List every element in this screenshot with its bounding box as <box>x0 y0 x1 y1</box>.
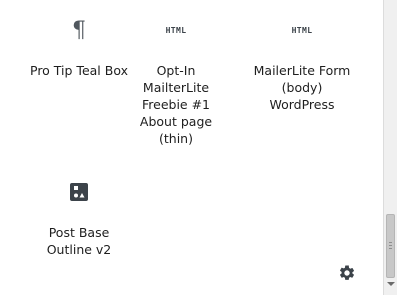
html-icon: HTML <box>291 25 313 35</box>
block-item-mailerlite-form-body[interactable]: HTML MailerLite Form (body) WordPress <box>246 12 358 113</box>
gear-icon[interactable] <box>336 262 358 284</box>
scrollbar-thumb[interactable] <box>386 214 395 278</box>
block-label: Opt-In MailterLite Freebie #1 About page… <box>139 63 213 146</box>
pilcrow-icon: ¶ <box>72 17 86 43</box>
reusable-block-icon <box>23 174 135 210</box>
block-item-post-base-outline-v2[interactable]: Post Base Outline v2 <box>23 174 135 258</box>
block-label: Post Base Outline v2 <box>46 225 112 257</box>
block-label: MailerLite Form (body) WordPress <box>253 63 351 112</box>
block-label: Pro Tip Teal Box <box>30 63 128 78</box>
scroll-down-arrow-icon[interactable] <box>387 282 395 286</box>
block-item-pro-tip-teal-box[interactable]: ¶ Pro Tip Teal Box <box>23 12 135 79</box>
vertical-scrollbar[interactable] <box>383 0 397 295</box>
block-inserter-panel: ¶ Pro Tip Teal Box HTML Opt-In MailterLi… <box>0 0 383 295</box>
block-item-opt-in-mailterlite-freebie[interactable]: HTML Opt-In MailterLite Freebie #1 About… <box>120 12 232 147</box>
html-icon: HTML <box>165 25 187 35</box>
